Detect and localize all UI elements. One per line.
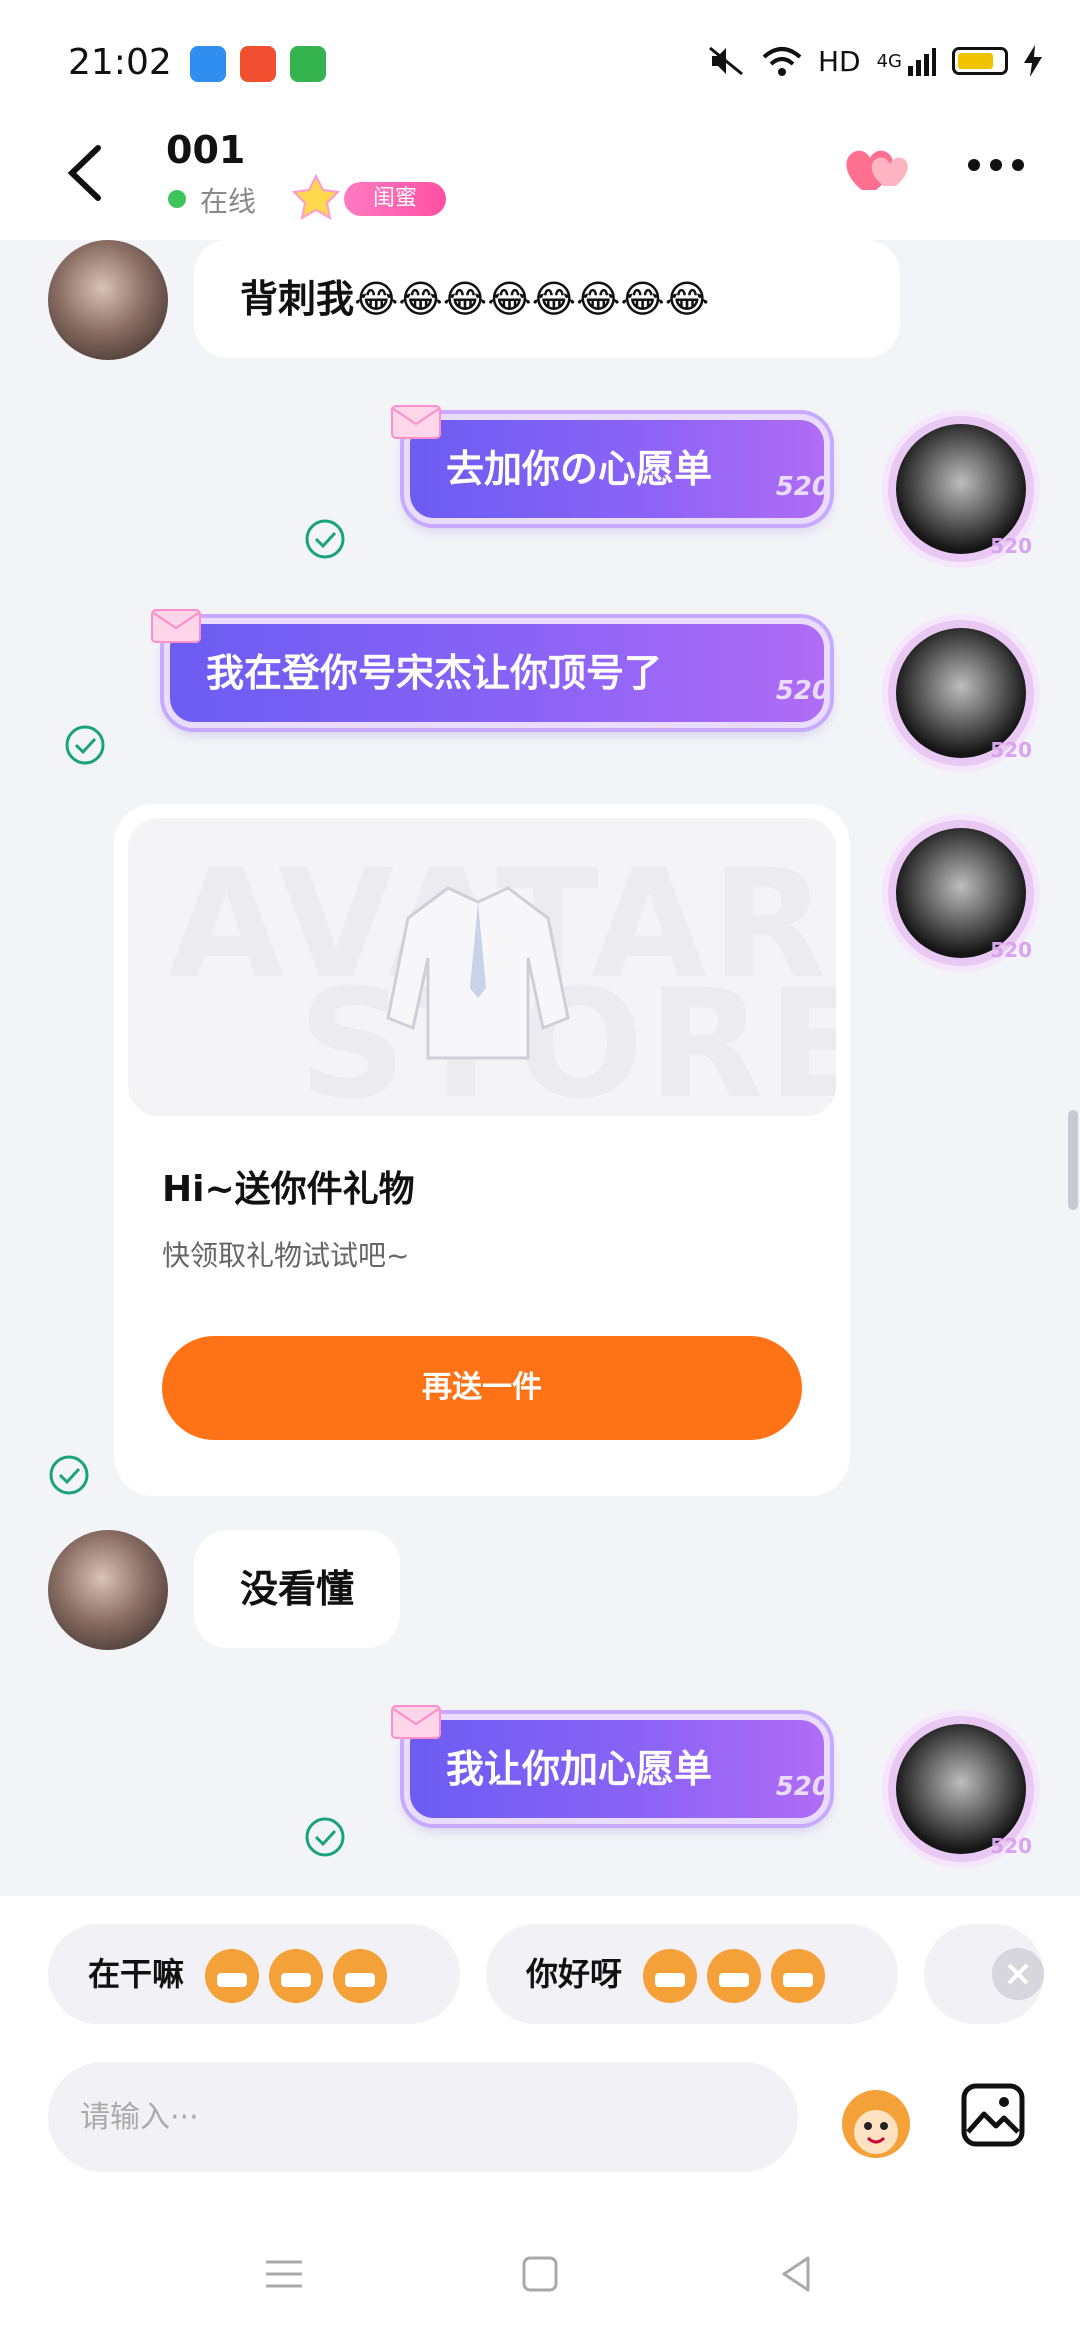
composer-panel: 在干嘛 你好呀 <box>0 1896 1080 2340</box>
contact-name[interactable]: 001 <box>166 128 245 172</box>
grin-emoji-icon <box>205 1949 260 2003</box>
envelope-icon <box>151 609 201 643</box>
avatar-tag: 520 <box>990 1834 1032 1858</box>
signal-icon <box>908 48 936 76</box>
my-avatar[interactable]: 520 <box>896 424 1032 558</box>
avatar-tag: 520 <box>990 738 1032 762</box>
badge-label: 闺蜜 <box>344 182 446 216</box>
chat-header: 001 在线 闺蜜 <box>0 110 1080 240</box>
network-label: HD <box>817 44 861 78</box>
quick-reply-label: 你好呀 <box>526 1955 623 1993</box>
envelope-icon <box>391 405 441 439</box>
mute-icon <box>709 46 743 76</box>
gift-card[interactable]: AVATAR STORE Hi~送你件礼物 快领取礼物试试吧~ 再送一件 <box>114 804 850 1496</box>
charging-icon <box>1024 45 1042 77</box>
message-bubble[interactable]: 去加你の心愿单 520 <box>391 405 830 524</box>
tag-520: 520 <box>775 676 830 706</box>
contact-avatar[interactable] <box>48 240 168 360</box>
grin-emoji-icon <box>269 1949 324 2003</box>
shop-app-icon <box>290 46 326 82</box>
my-avatar[interactable]: 520 <box>896 1724 1032 1858</box>
quick-reply-label: 在干嘛 <box>88 1955 185 1993</box>
more-icon[interactable] <box>966 150 1026 180</box>
read-check-icon <box>305 519 345 559</box>
menu-nav-icon[interactable] <box>262 2252 306 2296</box>
scrollbar[interactable] <box>1068 1110 1078 1210</box>
image-icon[interactable] <box>960 2082 1026 2148</box>
tag-520: 520 <box>775 1772 830 1802</box>
message-text: 我在登你号宋杰让你顶号了 <box>206 651 663 695</box>
jacket-image <box>386 886 570 1060</box>
status-icons: HD 4G <box>706 44 1042 78</box>
avatar-tag: 520 <box>990 534 1032 558</box>
home-nav-icon[interactable] <box>518 2252 562 2296</box>
video-app-icon <box>240 46 276 82</box>
message-bubble[interactable]: 背刺我😂😂😂😂😂😂😂😂 <box>194 240 900 358</box>
avatar-tag: 520 <box>990 938 1032 962</box>
my-avatar[interactable]: 520 <box>896 828 1032 962</box>
emoji-button[interactable] <box>832 2076 920 2164</box>
send-again-button[interactable]: 再送一件 <box>162 1336 802 1440</box>
status-time: 21:02 <box>68 42 172 83</box>
message-bubble[interactable]: 没看懂 <box>194 1530 401 1648</box>
envelope-icon <box>391 1705 441 1739</box>
quick-reply-chip[interactable]: 在干嘛 <box>48 1924 460 2024</box>
contact-avatar[interactable] <box>48 1530 168 1650</box>
heart-icon[interactable] <box>840 138 914 198</box>
read-check-icon <box>65 725 105 765</box>
wifi-icon <box>762 47 802 76</box>
message-bubble[interactable]: 我让你加心愿单 520 <box>391 1705 830 1824</box>
online-status: 在线 <box>200 185 257 218</box>
grin-emoji-icon <box>333 1949 388 2003</box>
gift-title: Hi~送你件礼物 <box>162 1169 415 1210</box>
battery-icon <box>952 47 1008 75</box>
system-nav-bar <box>0 2200 1080 2340</box>
back-button[interactable] <box>58 138 118 208</box>
message-list[interactable]: 背刺我😂😂😂😂😂😂😂😂 去加你の心愿单 520 520 我在登你号宋杰让你顶号了… <box>0 240 1080 1900</box>
read-check-icon <box>49 1455 89 1495</box>
message-text: 去加你の心愿单 <box>446 447 713 491</box>
message-input[interactable] <box>48 2062 798 2172</box>
quick-reply-chip[interactable]: 你好呀 <box>486 1924 898 2024</box>
wow-emoji-icon <box>707 1949 762 2003</box>
wow-emoji-icon <box>643 1949 698 2003</box>
wow-emoji-icon <box>771 1949 826 2003</box>
gift-subtitle: 快领取礼物试试吧~ <box>162 1239 410 1272</box>
gift-image[interactable]: AVATAR STORE <box>128 818 836 1116</box>
message-bubble[interactable]: 我在登你号宋杰让你顶号了 520 <box>151 609 830 728</box>
online-dot <box>168 190 186 208</box>
read-check-icon <box>305 1817 345 1857</box>
tag-520: 520 <box>775 472 830 502</box>
back-nav-icon[interactable] <box>774 2252 818 2296</box>
message-text: 我让你加心愿单 <box>446 1747 713 1791</box>
close-icon[interactable] <box>992 1948 1044 2000</box>
files-app-icon <box>190 46 226 82</box>
relationship-badge[interactable]: 闺蜜 <box>286 172 446 222</box>
my-avatar[interactable]: 520 <box>896 628 1032 762</box>
cell-label: 4G <box>876 50 902 72</box>
